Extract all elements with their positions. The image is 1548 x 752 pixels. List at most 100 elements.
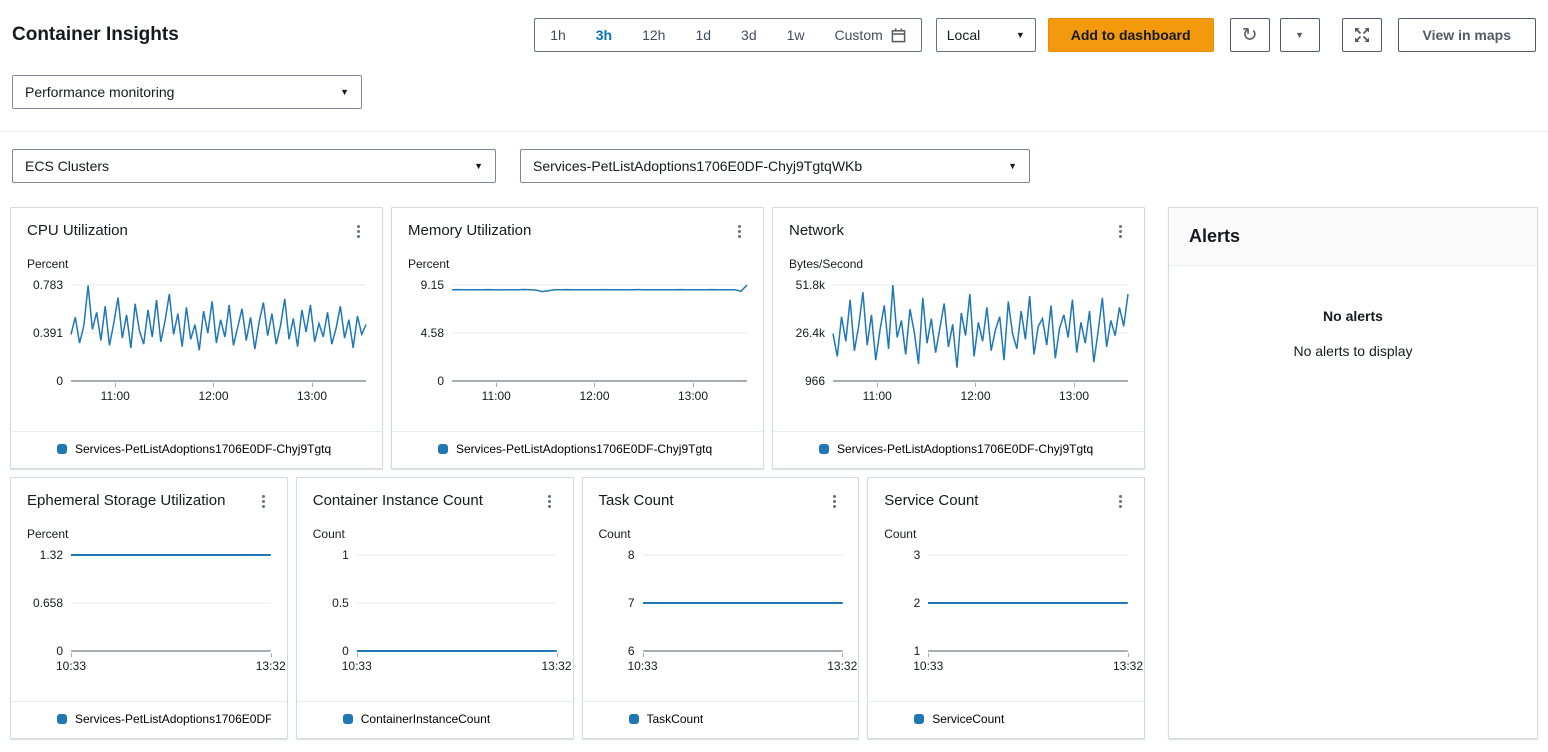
charts-row-2: Ephemeral Storage Utilization Percent 1.… — [10, 477, 1145, 739]
legend-marker — [57, 444, 67, 454]
time-range-1w[interactable]: 1w — [772, 19, 820, 51]
y-tick-label: 0.5 — [332, 596, 349, 610]
legend-marker — [57, 714, 67, 724]
time-range-12h[interactable]: 12h — [627, 19, 680, 51]
y-tick-label: 26.4k — [796, 326, 825, 340]
chart-legend[interactable]: TaskCount — [583, 702, 859, 738]
y-axis: 51.8k26.4k966 — [789, 279, 833, 383]
add-to-dashboard-button[interactable]: Add to dashboard — [1048, 18, 1214, 52]
y-axis: 321 — [884, 549, 928, 653]
chart-title: Network — [789, 222, 844, 239]
y-tick-label: 0.783 — [33, 278, 63, 292]
refresh-button[interactable]: ↻ — [1230, 18, 1270, 52]
alerts-empty-message: No alerts to display — [1169, 343, 1537, 359]
legend-label: Services-PetListAdoptions1706E0DF-Chyj9T… — [456, 442, 712, 456]
y-tick-label: 9.15 — [421, 278, 444, 292]
x-tick-mark — [693, 383, 694, 387]
chevron-down-icon: ▼ — [1008, 162, 1017, 171]
kebab-menu-icon[interactable] — [1113, 222, 1128, 241]
alerts-empty-heading: No alerts — [1169, 308, 1537, 324]
legend-marker — [914, 714, 924, 724]
x-axis: 10:3313:32 — [643, 653, 843, 675]
kebab-menu-icon[interactable] — [1113, 492, 1128, 511]
x-tick-mark — [928, 653, 929, 657]
y-axis-unit-label: Bytes/Second — [789, 257, 1128, 271]
x-axis: 11:0012:0013:00 — [452, 383, 747, 405]
container-instance-chart-card: Container Instance Count Count 10.50 10:… — [296, 477, 574, 739]
cluster-select[interactable]: Services-PetListAdoptions1706E0DF-Chyj9T… — [520, 149, 1030, 183]
y-tick-label: 0 — [437, 374, 444, 388]
y-tick-label: 8 — [628, 548, 635, 562]
x-tick-label: 13:32 — [541, 659, 571, 673]
chart-title: CPU Utilization — [27, 222, 128, 239]
alerts-body: No alerts No alerts to display — [1169, 266, 1537, 359]
chart-canvas — [357, 549, 557, 653]
kebab-menu-icon[interactable] — [542, 492, 557, 511]
cluster-select-value: Services-PetListAdoptions1706E0DF-Chyj9T… — [533, 158, 862, 174]
fullscreen-button[interactable] — [1342, 18, 1382, 52]
chart-legend[interactable]: Services-PetListAdoptions1706E0DF-Chyj9T… — [392, 432, 763, 468]
view-selector-value: Performance monitoring — [25, 84, 174, 100]
timezone-select[interactable]: Local ▼ — [936, 18, 1036, 52]
chart-legend[interactable]: Services-PetListAdoptions1706E0DF-Chyj9T… — [11, 702, 287, 738]
time-range-3h[interactable]: 3h — [581, 19, 627, 51]
kebab-menu-icon[interactable] — [732, 222, 747, 241]
legend-label: Services-PetListAdoptions1706E0DF-Chyj9T… — [837, 442, 1093, 456]
chart-card-header: Ephemeral Storage Utilization — [11, 478, 287, 511]
network-chart-card: Network Bytes/Second 51.8k26.4k966 11:00… — [772, 207, 1145, 469]
time-range-3d[interactable]: 3d — [726, 19, 772, 51]
chart-canvas — [71, 279, 366, 383]
x-tick-mark — [1128, 653, 1129, 657]
chart-card-header: Memory Utilization — [392, 208, 763, 241]
view-in-maps-button[interactable]: View in maps — [1398, 18, 1536, 52]
chart-title: Memory Utilization — [408, 222, 531, 239]
y-tick-label: 3 — [914, 548, 921, 562]
x-tick-label: 11:00 — [863, 389, 892, 403]
x-tick-mark — [213, 383, 214, 387]
time-range-custom[interactable]: Custom — [820, 19, 921, 51]
section-divider — [0, 131, 1548, 132]
x-tick-label: 11:00 — [482, 389, 511, 403]
chart-title: Ephemeral Storage Utilization — [27, 492, 225, 509]
page-header: Container Insights 1h 3h 12h 1d 3d 1w Cu… — [0, 0, 1548, 52]
chart-area: 9.154.580 — [392, 279, 763, 383]
chart-legend[interactable]: ServiceCount — [868, 702, 1144, 738]
task-chart-card: Task Count Count 876 10:3313:32 TaskCoun… — [582, 477, 860, 739]
x-tick-label: 13:00 — [297, 389, 327, 403]
charts-row-1: CPU Utilization Percent 0.7830.3910 11:0… — [10, 207, 1145, 469]
x-tick-mark — [594, 383, 595, 387]
chart-legend[interactable]: Services-PetListAdoptions1706E0DF-Chyj9T… — [773, 432, 1144, 468]
kebab-menu-icon[interactable] — [827, 492, 842, 511]
legend-label: Services-PetListAdoptions1706E0DF-Chyj9T… — [75, 442, 331, 456]
chart-canvas — [833, 279, 1128, 383]
x-tick-mark — [557, 653, 558, 657]
kebab-menu-icon[interactable] — [256, 492, 271, 511]
kebab-menu-icon[interactable] — [351, 222, 366, 241]
x-tick-label: 12:00 — [198, 389, 228, 403]
x-tick-label: 13:00 — [1059, 389, 1089, 403]
x-tick-mark — [643, 653, 644, 657]
x-tick-mark — [842, 653, 843, 657]
x-tick-mark — [115, 383, 116, 387]
resource-type-select[interactable]: ECS Clusters ▼ — [12, 149, 496, 183]
y-tick-label: 0 — [56, 374, 63, 388]
x-tick-label: 13:32 — [256, 659, 286, 673]
x-tick-label: 13:32 — [827, 659, 857, 673]
chart-legend[interactable]: ContainerInstanceCount — [297, 702, 573, 738]
legend-marker — [819, 444, 829, 454]
view-selector[interactable]: Performance monitoring ▼ — [12, 75, 362, 109]
chart-legend[interactable]: Services-PetListAdoptions1706E0DF-Chyj9T… — [11, 432, 382, 468]
y-tick-label: 966 — [805, 374, 825, 388]
x-tick-mark — [71, 653, 72, 657]
x-tick-mark — [496, 383, 497, 387]
legend-label: Services-PetListAdoptions1706E0DF-Chyj9T… — [75, 712, 271, 726]
y-tick-label: 1 — [342, 548, 349, 562]
time-range-1d[interactable]: 1d — [680, 19, 726, 51]
plot-area — [928, 549, 1128, 653]
time-range-1h[interactable]: 1h — [535, 19, 581, 51]
view-selector-row: Performance monitoring ▼ — [12, 75, 1536, 109]
y-tick-label: 1 — [914, 644, 921, 658]
y-axis-unit-label: Count — [884, 527, 1128, 541]
refresh-icon: ↻ — [1242, 26, 1258, 45]
refresh-options-button[interactable]: ▼ — [1280, 18, 1320, 52]
